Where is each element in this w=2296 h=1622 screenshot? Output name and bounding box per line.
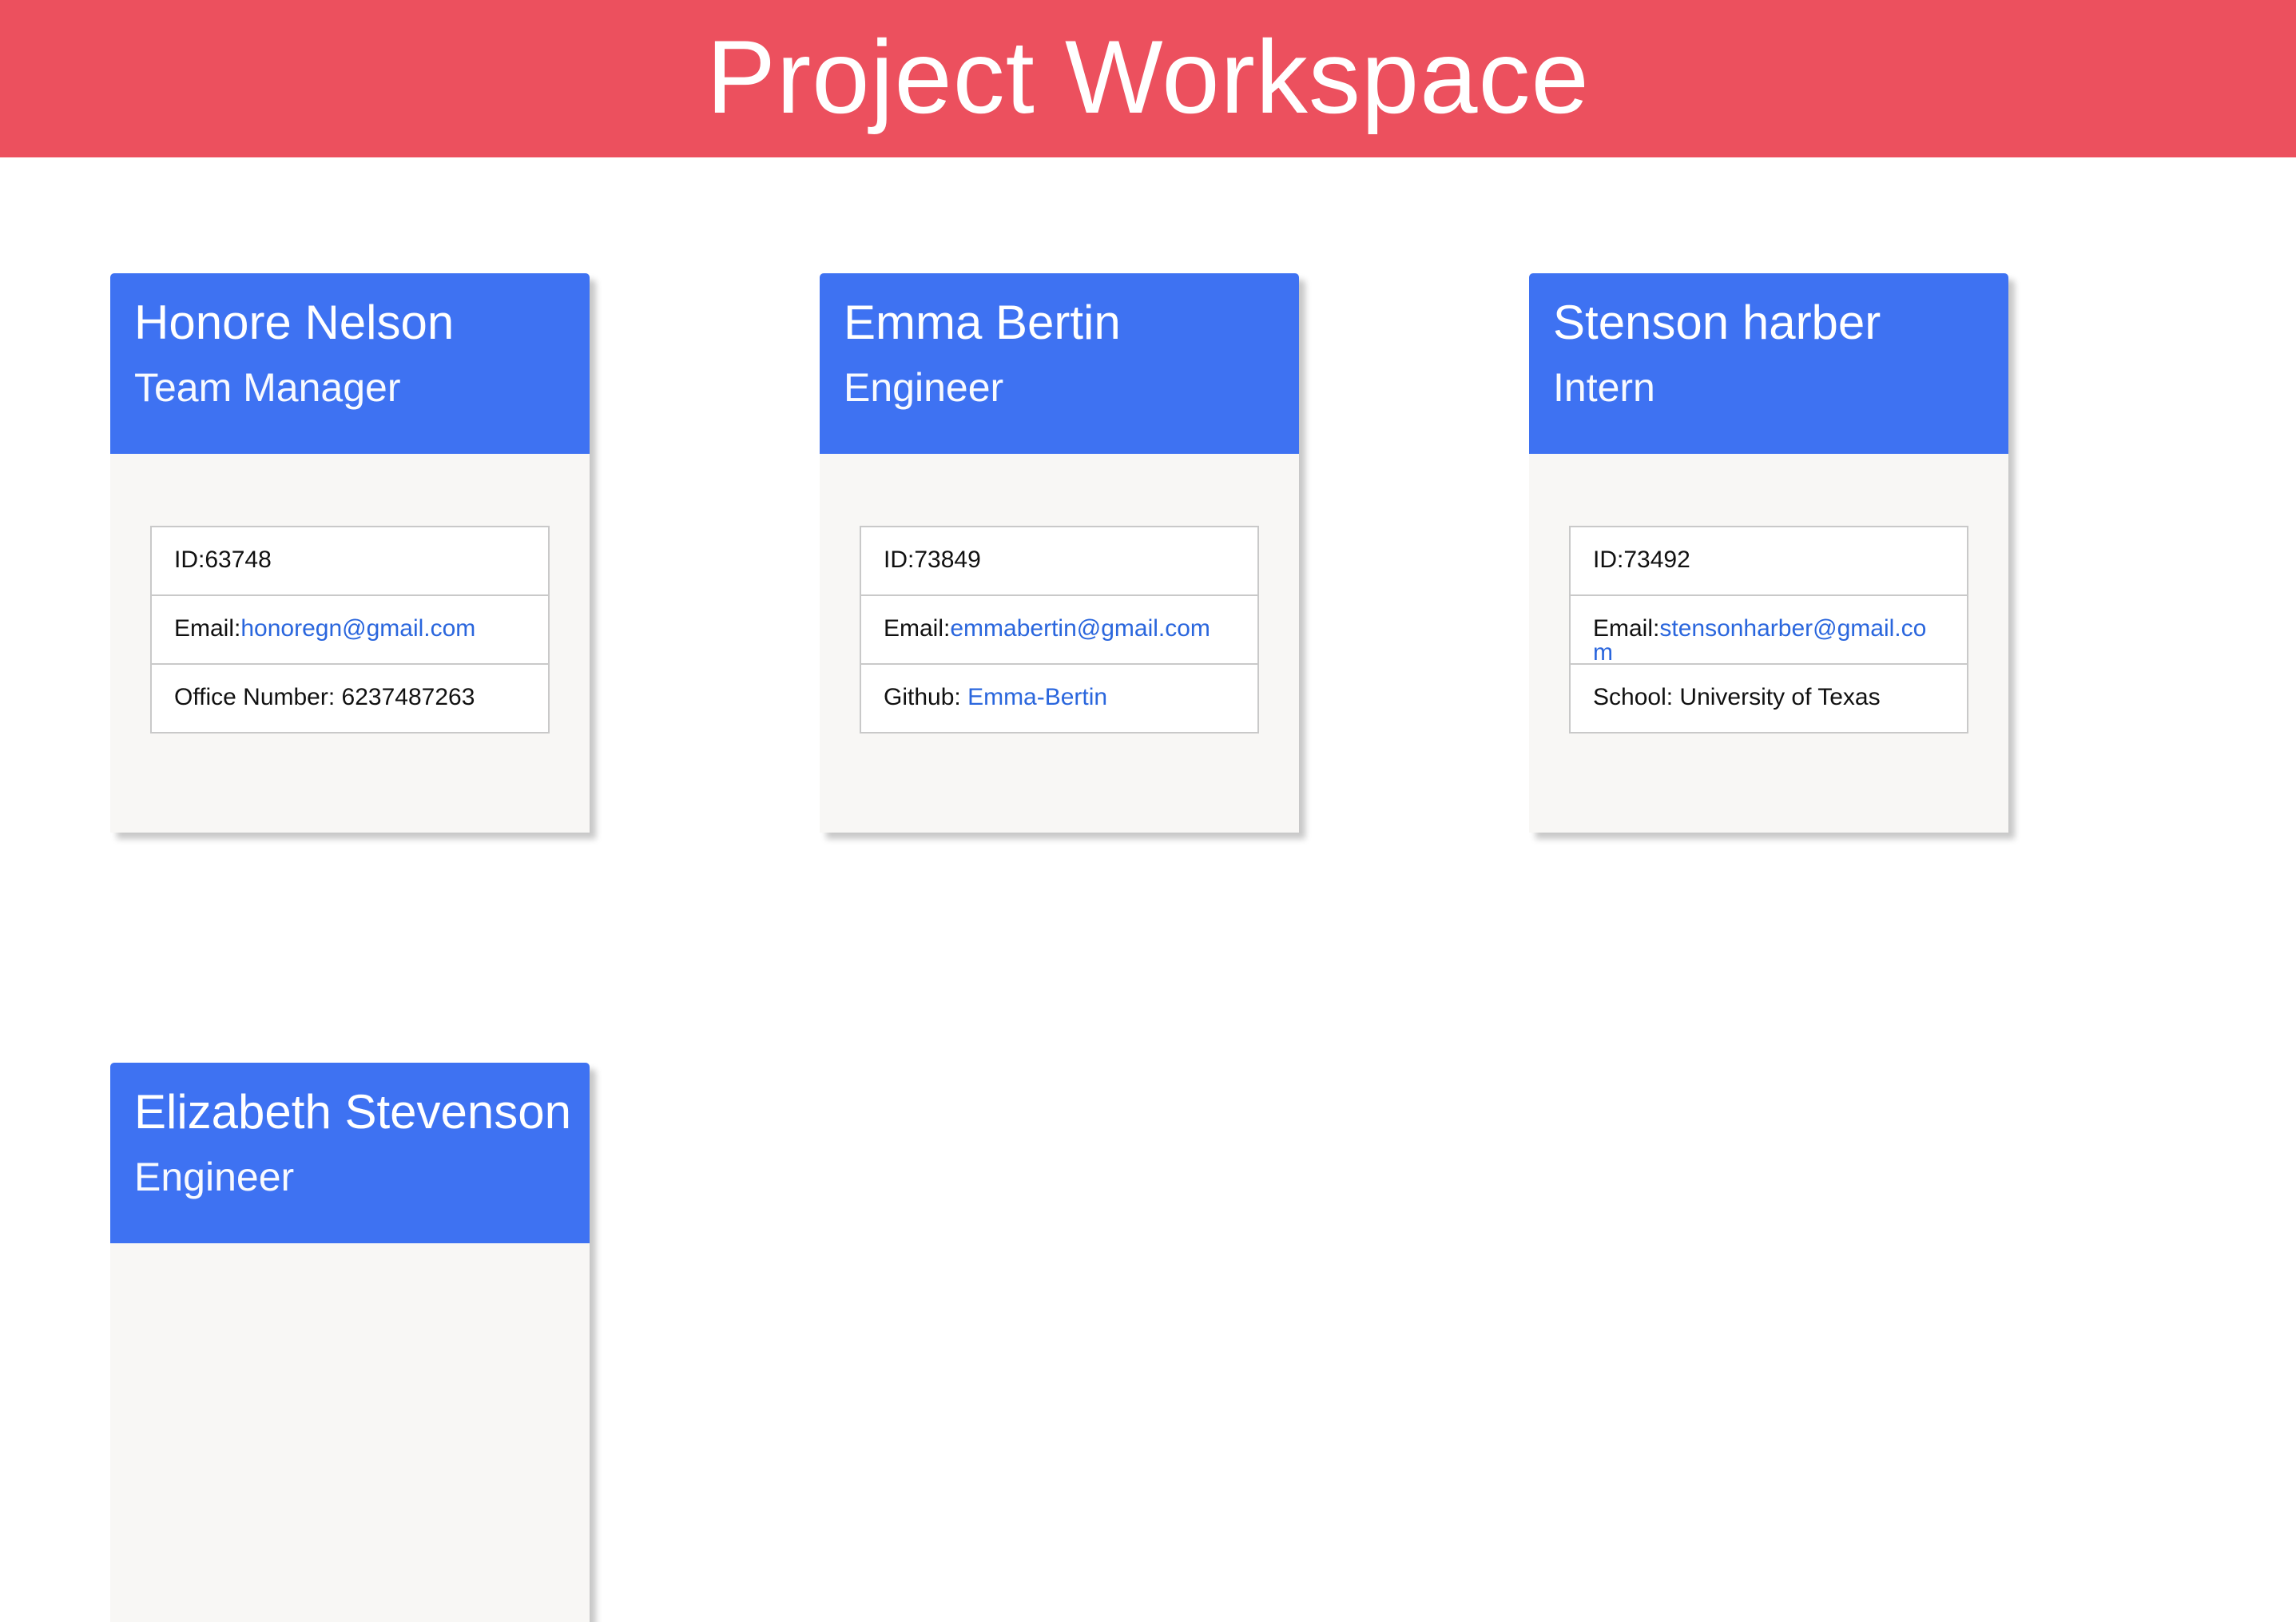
page-title: Project Workspace: [706, 18, 1590, 135]
page-header: Project Workspace: [0, 0, 2296, 157]
email-row: Email:honoregn@gmail.com: [152, 596, 548, 665]
employee-role: Intern: [1553, 365, 1655, 410]
card-body: ID:73849 Email:emmabertin@gmail.com Gith…: [820, 454, 1299, 733]
info-list: ID:73849 Email:emmabertin@gmail.com Gith…: [860, 526, 1259, 733]
id-label: ID:: [1593, 547, 1624, 573]
email-row: Email:emmabertin@gmail.com: [861, 596, 1257, 665]
email-label: Email:: [884, 615, 951, 642]
employee-card-manager: Honore Nelson Team Manager ID:63748 Emai…: [110, 273, 590, 833]
employee-name: Stenson harber: [1553, 296, 1881, 349]
email-row: Email:stensonharber@gmail.com: [1571, 596, 1967, 665]
employee-card-engineer-2: Elizabeth Stevenson Engineer: [110, 1063, 590, 1622]
card-body: ID:73492 Email:stensonharber@gmail.com S…: [1529, 454, 2008, 733]
employee-role: Engineer: [844, 365, 1004, 410]
info-list: ID:63748 Email:honoregn@gmail.com Office…: [150, 526, 550, 733]
employee-role: Team Manager: [134, 365, 401, 410]
github-label: Github:: [884, 684, 968, 710]
school-label: School:: [1593, 684, 1680, 710]
id-value: 63748: [205, 547, 272, 573]
office-number-value: 6237487263: [341, 684, 475, 710]
github-row: Github: Emma-Bertin: [861, 665, 1257, 732]
email-link[interactable]: honoregn@gmail.com: [240, 615, 475, 642]
email-link[interactable]: emmabertin@gmail.com: [950, 615, 1210, 642]
id-value: 73849: [914, 547, 981, 573]
card-header: Stenson harber Intern: [1529, 273, 2008, 454]
employee-card-intern: Stenson harber Intern ID:73492 Email:ste…: [1529, 273, 2008, 833]
school-row: School: University of Texas: [1571, 665, 1967, 732]
employee-name: Honore Nelson: [134, 296, 455, 349]
github-link[interactable]: Emma-Bertin: [967, 684, 1107, 710]
school-value: University of Texas: [1679, 684, 1881, 710]
id-label: ID:: [884, 547, 915, 573]
id-row: ID:73849: [861, 527, 1257, 596]
id-label: ID:: [174, 547, 205, 573]
office-number-row: Office Number: 6237487263: [152, 665, 548, 732]
id-row: ID:73492: [1571, 527, 1967, 596]
office-number-label: Office Number:: [174, 684, 342, 710]
card-header: Elizabeth Stevenson Engineer: [110, 1063, 590, 1243]
info-list: ID:73492 Email:stensonharber@gmail.com S…: [1569, 526, 1968, 733]
employee-name: Elizabeth Stevenson: [134, 1085, 572, 1139]
card-body: ID:63748 Email:honoregn@gmail.com Office…: [110, 454, 590, 733]
id-row: ID:63748: [152, 527, 548, 596]
employee-card-engineer: Emma Bertin Engineer ID:73849 Email:emma…: [820, 273, 1299, 833]
email-label: Email:: [1593, 615, 1660, 642]
card-header: Emma Bertin Engineer: [820, 273, 1299, 454]
id-value: 73492: [1623, 547, 1690, 573]
card-header: Honore Nelson Team Manager: [110, 273, 590, 454]
employee-name: Emma Bertin: [844, 296, 1121, 349]
email-label: Email:: [174, 615, 241, 642]
employee-role: Engineer: [134, 1155, 295, 1199]
